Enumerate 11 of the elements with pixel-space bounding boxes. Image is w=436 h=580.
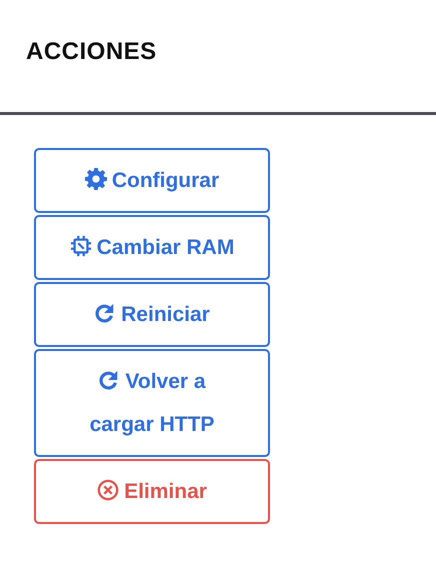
chip-icon (70, 235, 92, 257)
delete-icon (97, 479, 120, 501)
action-button[interactable]: Reiniciar (34, 282, 270, 347)
action-button[interactable]: Volver a cargar HTTP (34, 349, 270, 457)
delete-button[interactable]: Eliminar (34, 459, 270, 524)
reload-icon (98, 369, 120, 391)
reload-icon (94, 302, 116, 324)
gear-icon (84, 168, 107, 190)
section-title: ACCIONES (25, 37, 158, 67)
action-button[interactable]: Cambiar RAM (34, 215, 270, 280)
action-button[interactable]: Configurar (34, 148, 270, 213)
